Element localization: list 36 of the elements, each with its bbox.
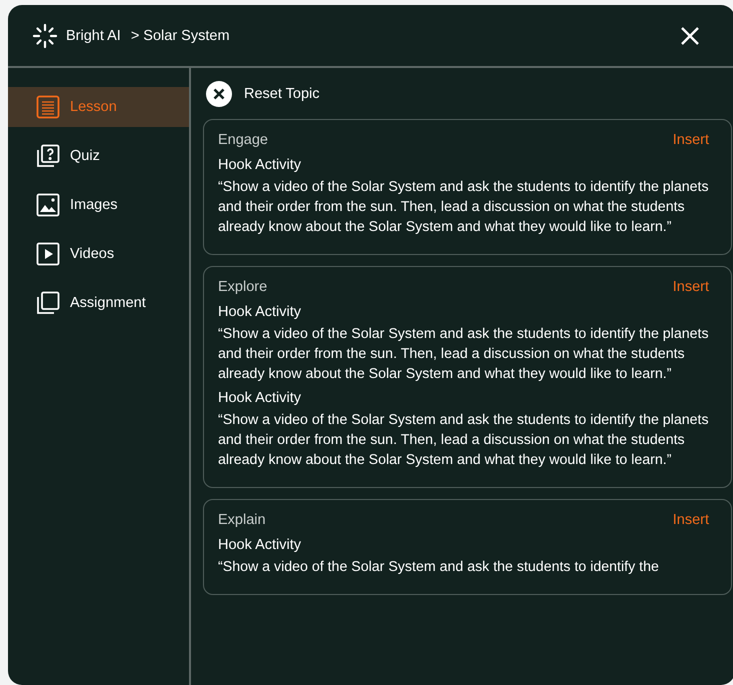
card-title: Engage (218, 132, 268, 148)
activity-heading: Hook Activity (218, 390, 302, 406)
sidebar-item[interactable]: Quiz (8, 136, 189, 176)
activity-description: “Show a video of the Solar System and ask the students to identify the planets and their order from the sun. Then, lead a discussion on what the students already know about the Solar System and what they would like to learn.” (218, 178, 709, 237)
question-stack-icon (36, 144, 60, 168)
activity-description: “Show a video of the Solar System and ask the students to identify the planets and their order from the sun. Then, lead a discussion on what the students already know about the Solar System and what they would like to learn.” (218, 411, 709, 470)
activity-heading: Hook Activity (218, 304, 302, 320)
sparkle-logo-icon (32, 22, 58, 48)
breadcrumb: > Solar System (130, 28, 231, 44)
stacked-squares-icon (36, 291, 60, 315)
sidebar-item[interactable]: Images (8, 185, 189, 225)
activity-description: “Show a video of the Solar System and ask the students to identify the (218, 558, 660, 577)
close-button[interactable] (681, 26, 699, 44)
card-title: Explain (218, 512, 266, 528)
sidebar-item-label: Videos (70, 246, 114, 262)
close-icon (681, 26, 699, 44)
insert-link[interactable]: Insert (672, 512, 709, 528)
sidebar-item-label: Quiz (70, 148, 100, 164)
document-lines-icon (36, 95, 60, 119)
card-title: Explore (218, 279, 268, 295)
insert-link[interactable]: Insert (672, 132, 709, 148)
sidebar-item-label: Lesson (70, 99, 117, 115)
sidebar-item[interactable]: Lesson (8, 87, 189, 127)
image-icon (36, 193, 60, 217)
activity-description: “Show a video of the Solar System and ask the students to identify the planets and their order from the sun. Then, lead a discussion on what the students already know about the Solar System and what they would like to learn.” (218, 325, 709, 384)
close-circle-icon (206, 81, 232, 107)
sidebar-item-label: Assignment (70, 295, 146, 311)
insert-link[interactable]: Insert (672, 279, 709, 295)
play-icon (36, 242, 60, 266)
sidebar-item-label: Images (70, 197, 118, 213)
reset-topic-button[interactable]: Reset Topic (203, 80, 320, 108)
sidebar-item[interactable]: Videos (8, 234, 189, 274)
activity-heading: Hook Activity (218, 537, 302, 553)
brand-name: Bright AI (66, 28, 121, 44)
sidebar-item[interactable]: Assignment (8, 283, 189, 323)
activity-heading: Hook Activity (218, 157, 302, 173)
